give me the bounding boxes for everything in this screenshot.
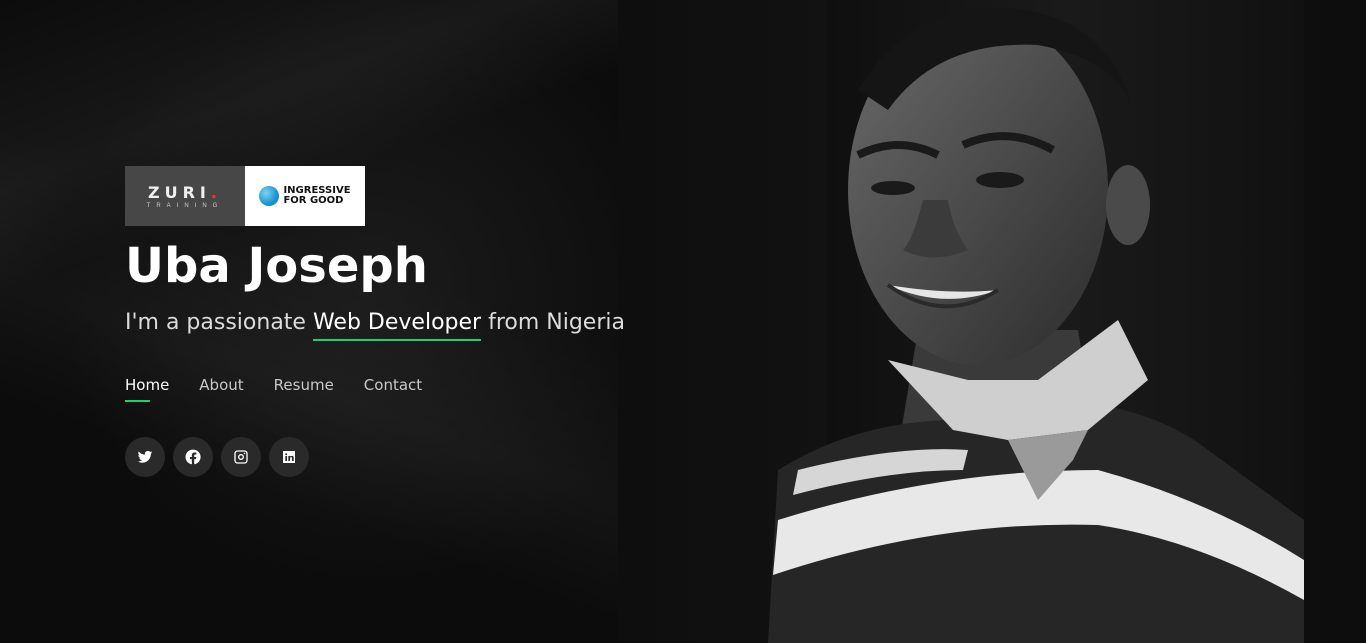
main-nav: Home About Resume Contact (125, 376, 422, 402)
zuri-training-logo: ZURI. TRAINING (125, 166, 245, 226)
nav-home[interactable]: Home (125, 376, 169, 402)
zuri-logo-subtext: TRAINING (146, 203, 224, 209)
facebook-button[interactable] (173, 437, 213, 477)
profile-photo (768, 0, 1304, 643)
nav-contact[interactable]: Contact (364, 376, 422, 402)
hero-name: Uba Joseph (125, 238, 428, 294)
tagline-prefix: I'm a passionate (125, 310, 313, 335)
social-links (125, 437, 309, 477)
nav-about[interactable]: About (199, 376, 243, 402)
tagline-suffix: from Nigeria (481, 310, 625, 335)
globe-icon (259, 186, 280, 206)
tagline-highlight: Web Developer (312, 310, 482, 341)
sponsor-logos: ZURI. TRAINING INGRESSIVE FOR GOOD (125, 166, 365, 226)
instagram-button[interactable] (221, 437, 261, 477)
ingressive-for-good-logo: INGRESSIVE FOR GOOD (245, 166, 365, 226)
twitter-button[interactable] (125, 437, 165, 477)
hero-tagline: I'm a passionate Web Developer from Nige… (125, 310, 625, 341)
linkedin-icon (283, 451, 295, 463)
zuri-logo-text: ZURI (148, 183, 211, 202)
linkedin-button[interactable] (269, 437, 309, 477)
ingressive-line2: FOR GOOD (283, 195, 344, 206)
nav-resume[interactable]: Resume (274, 376, 334, 402)
instagram-icon (234, 450, 248, 464)
twitter-icon (137, 450, 153, 463)
facebook-icon (185, 449, 201, 465)
